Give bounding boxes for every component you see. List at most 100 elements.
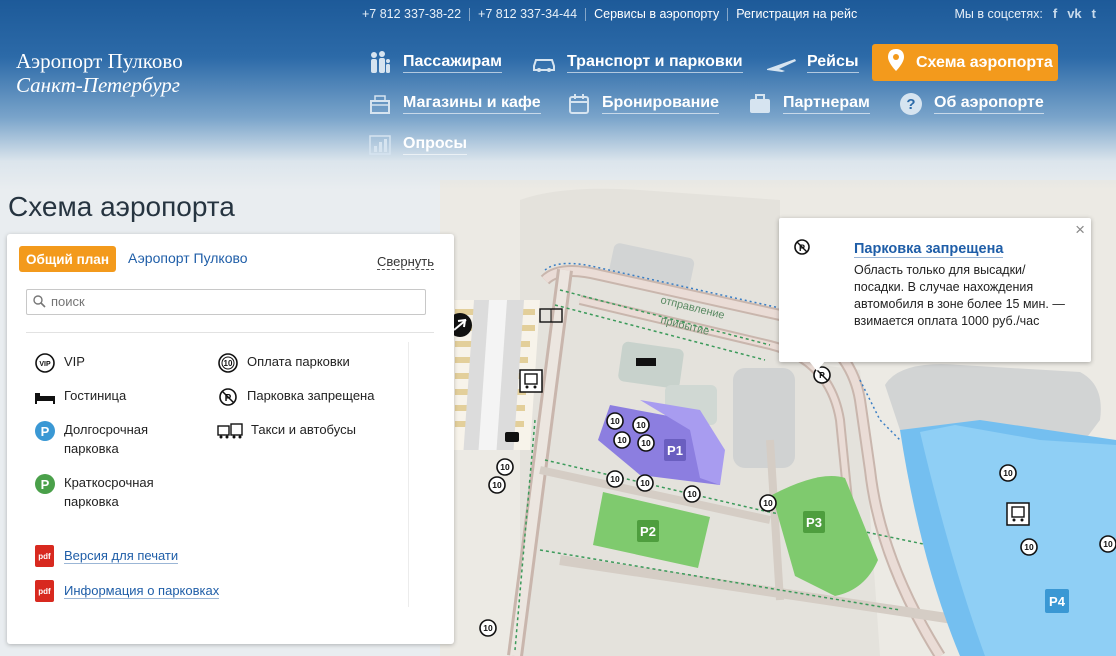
legend-paid-parking-label: Оплата парковки [247, 354, 350, 369]
parking-label-p4: P4 [1049, 594, 1066, 609]
nav-booking[interactable]: Бронирование [566, 91, 720, 117]
vip-icon: VIP [34, 352, 56, 374]
tab-pulkovo-airport[interactable]: Аэропорт Пулково [128, 250, 248, 266]
page-title: Схема аэропорта [8, 191, 235, 222]
social-links: Мы в соцсетях: f vk t [954, 6, 1096, 21]
parking-info-label: Информация о парковках [64, 583, 220, 599]
legend-hotel-label: Гостиница [64, 388, 127, 403]
panel-scroll-divider [408, 342, 409, 607]
close-icon[interactable]: × [1075, 220, 1085, 240]
legend-item-hotel[interactable]: Гостиница [34, 386, 126, 408]
legend-item-short-parking[interactable]: P Краткосрочная парковка [34, 473, 154, 511]
svg-text:?: ? [906, 96, 915, 113]
legend-long-parking-line1: Долгосрочная [64, 422, 149, 437]
nav-partners[interactable]: Партнерам [747, 91, 870, 117]
nav-polls-label: Опросы [403, 135, 468, 155]
nav-flights-label: Рейсы [807, 53, 859, 73]
legend-panel: Общий план Аэропорт Пулково Свернуть VIP… [7, 234, 454, 644]
paid-marker-text: 10 [1024, 542, 1034, 552]
nav-transport-label: Транспорт и парковки [567, 53, 743, 73]
short-parking-icon: P [34, 473, 56, 495]
legend-long-parking-line2: парковка [64, 441, 119, 456]
hotel-icon[interactable] [636, 358, 656, 366]
nav-passengers[interactable]: Пассажирам [367, 50, 502, 76]
svg-text:10: 10 [224, 359, 233, 368]
paid-parking-icon: 10 [217, 352, 239, 374]
plane-icon [765, 50, 797, 76]
paid-marker-text: 10 [641, 438, 651, 448]
parking-info-link[interactable]: pdf Информация о парковках [35, 580, 220, 602]
vk-icon[interactable]: vk [1067, 6, 1081, 21]
phone-primary[interactable]: +7 812 337-38-22 [362, 7, 461, 21]
paid-marker-text: 10 [492, 480, 502, 490]
nav-airport-scheme[interactable]: Схема аэропорта [872, 44, 1058, 81]
facebook-icon[interactable]: f [1053, 6, 1057, 21]
bus-stop-icon[interactable] [519, 369, 543, 393]
parking-label-p3: P3 [806, 515, 822, 530]
phone-secondary[interactable]: +7 812 337-34-44 [478, 7, 577, 21]
nav-flights[interactable]: Рейсы [765, 50, 859, 76]
long-parking-icon: P [34, 420, 56, 442]
legend-item-taxi-bus[interactable]: Такси и автобусы [217, 420, 356, 442]
paid-marker-text: 10 [483, 623, 493, 633]
online-checkin-link[interactable]: Регистрация на рейс [736, 7, 857, 21]
search-icon [33, 295, 46, 313]
parking-label-p1: P1 [667, 443, 683, 458]
popup-title[interactable]: Парковка запрещена [854, 241, 1004, 258]
svg-text:VIP: VIP [39, 361, 51, 368]
popup-text: Область только для высадки/ посадки. В с… [854, 263, 1065, 328]
no-parking-icon: P [792, 237, 812, 262]
calendar-icon [566, 91, 592, 117]
tab-general-plan[interactable]: Общий план [19, 246, 116, 272]
nav-shops[interactable]: Магазины и кафе [367, 91, 541, 117]
legend-short-parking-line1: Краткосрочная [64, 475, 154, 490]
search-input[interactable] [49, 293, 423, 310]
nav-partners-label: Партнерам [783, 94, 870, 114]
car-icon [531, 50, 557, 76]
search-field[interactable] [26, 289, 426, 315]
bus-stop-icon[interactable] [1006, 502, 1030, 526]
airport-services-link[interactable]: Сервисы в аэропорту [594, 7, 719, 21]
legend-item-long-parking[interactable]: P Долгосрочная парковка [34, 420, 148, 458]
legend-taxi-bus-label: Такси и автобусы [251, 422, 356, 437]
legend-item-no-parking[interactable]: P Парковка запрещена [217, 386, 374, 408]
no-parking-popup: × P Парковка запрещена Область только дл… [779, 218, 1091, 371]
legend-item-paid-parking[interactable]: 10 Оплата парковки [217, 352, 350, 374]
taxi-icon[interactable] [505, 432, 519, 442]
print-version-label: Версия для печати [64, 548, 179, 564]
collapse-button[interactable]: Свернуть [376, 254, 434, 270]
social-label: Мы в соцсетях: [954, 6, 1043, 21]
help-icon: ? [898, 91, 924, 117]
nav-passengers-label: Пассажирам [403, 53, 502, 73]
paid-marker-text: 10 [640, 478, 650, 488]
nav-shops-label: Магазины и кафе [403, 94, 541, 114]
paid-marker-text: 10 [610, 416, 620, 426]
parking-label-p2: P2 [640, 524, 656, 539]
paid-marker-text: 10 [636, 420, 646, 430]
legend-short-parking-line2: парковка [64, 494, 119, 509]
hotel-bed-icon [34, 386, 56, 408]
print-version-link[interactable]: pdf Версия для печати [35, 545, 179, 567]
logo-line2: Санкт-Петербург [16, 73, 180, 97]
taxi-bus-legend-icon [217, 420, 243, 442]
panel-divider [26, 332, 434, 333]
twitter-icon[interactable]: t [1092, 6, 1096, 21]
legend-item-vip[interactable]: VIP VIP [34, 352, 85, 374]
nav-booking-label: Бронирование [602, 94, 720, 114]
pdf-icon: pdf [35, 580, 54, 602]
paid-marker-text: 10 [610, 474, 620, 484]
map-pin-icon [886, 48, 906, 77]
paid-marker-text: 10 [1003, 468, 1013, 478]
site-logo[interactable]: Аэропорт Пулково Санкт-Петербург [16, 49, 183, 97]
logo-line1: Аэропорт Пулково [16, 49, 183, 73]
nav-transport[interactable]: Транспорт и парковки [531, 50, 743, 76]
popup-tail [809, 361, 825, 371]
paid-marker-text: 10 [1103, 539, 1113, 549]
paid-marker-text: 10 [763, 498, 773, 508]
passengers-icon [367, 50, 393, 76]
shop-icon [367, 91, 393, 117]
nav-about[interactable]: ? Об аэропорте [898, 91, 1044, 117]
top-contacts-bar: +7 812 337-38-22 +7 812 337-34-44 Сервисы … [362, 7, 857, 25]
nav-polls[interactable]: Опросы [367, 132, 468, 158]
legend-no-parking-label: Парковка запрещена [247, 388, 375, 403]
